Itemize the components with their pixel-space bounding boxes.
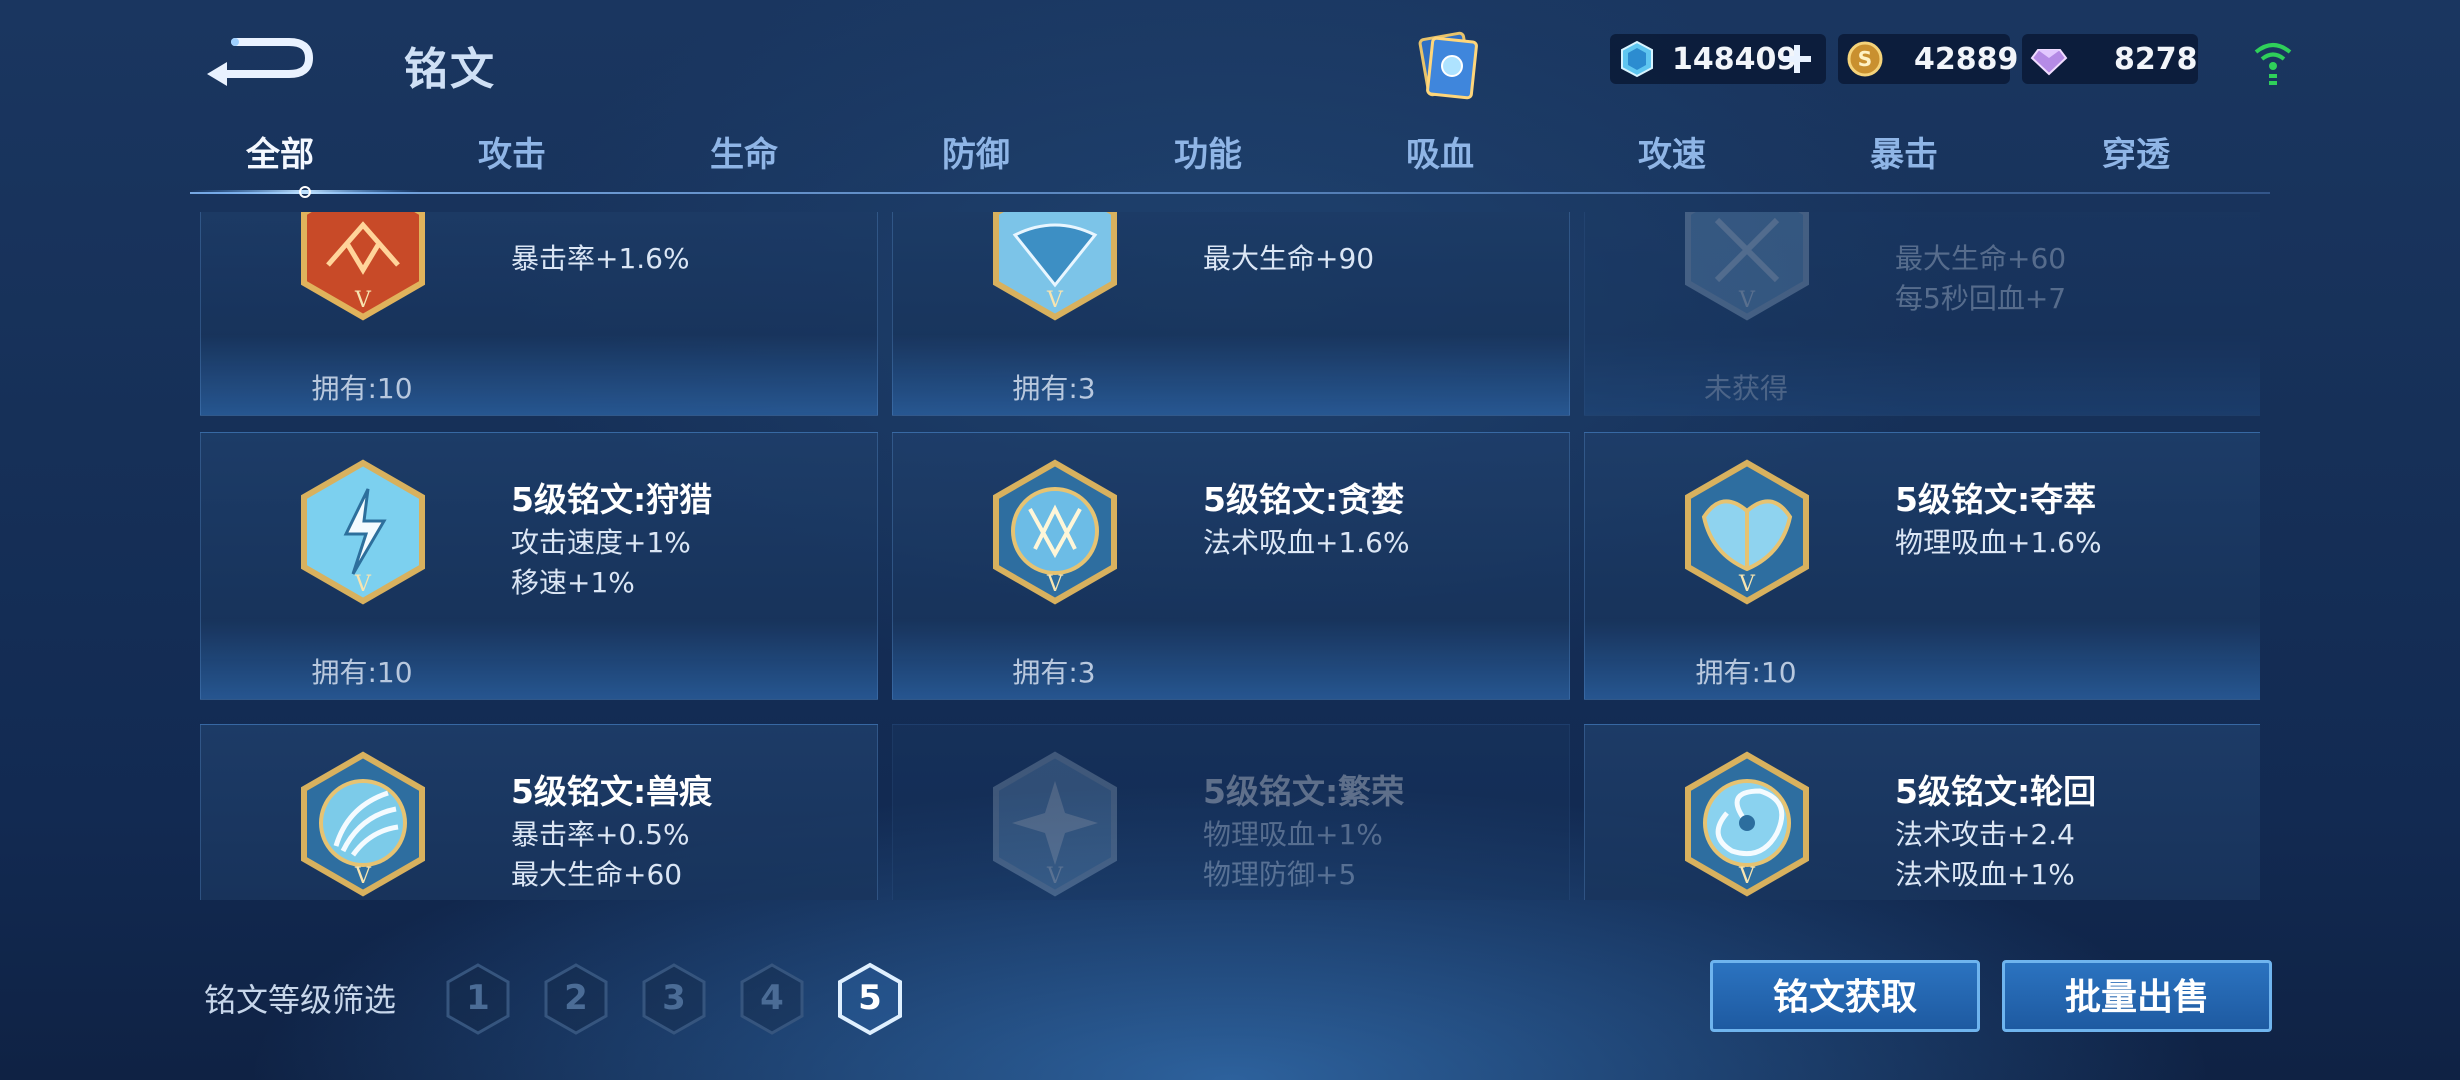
- tab-lifesteal[interactable]: 吸血: [1350, 130, 1530, 180]
- svg-text:V: V: [354, 572, 372, 597]
- rune-name: 5级铭文:繁荣: [1203, 772, 1405, 811]
- level-filter-1[interactable]: 1: [444, 962, 512, 1036]
- rune-owned-count: 拥有:10: [311, 656, 413, 689]
- plus-icon[interactable]: [1780, 42, 1814, 76]
- svg-text:V: V: [1046, 572, 1064, 597]
- rune-attr: 法术吸血+1.6%: [1203, 526, 1410, 559]
- rune-attr: 法术攻击+2.4: [1895, 818, 2075, 851]
- tab-all[interactable]: 全部: [190, 130, 370, 180]
- rune-hunt-icon: V: [301, 459, 425, 605]
- tab-attack[interactable]: 攻击: [422, 130, 602, 180]
- page-title: 铭文: [404, 44, 496, 95]
- rune-attr: 暴击率+0.5%: [511, 818, 690, 851]
- coupon-value: 148409: [1672, 42, 1798, 77]
- level-filter-5[interactable]: 5: [836, 962, 904, 1036]
- rune-owned-count: 拥有:3: [1012, 656, 1096, 689]
- tab-defense[interactable]: 防御: [886, 130, 1066, 180]
- svg-text:V: V: [1738, 288, 1756, 313]
- rune-card[interactable]: V 5级铭文:狩猎 攻击速度+1% 移速+1% 拥有:10: [200, 432, 878, 700]
- rune-card[interactable]: V 5级铭文:兽痕 暴击率+0.5% 最大生命+60: [200, 724, 878, 900]
- rune-name: 5级铭文:兽痕: [511, 772, 713, 811]
- tab-attack-speed[interactable]: 攻速: [1582, 130, 1762, 180]
- gem-balance: 8278: [2022, 34, 2198, 84]
- svg-text:V: V: [1738, 864, 1756, 889]
- rune-owned-count: 未获得: [1703, 372, 1788, 405]
- rune-card[interactable]: V 暴击率+1.6% 拥有:10: [200, 212, 878, 416]
- rune-attr: 暴击率+1.6%: [511, 242, 690, 275]
- rune-name: 5级铭文:轮回: [1895, 772, 2097, 811]
- rune-name: 5级铭文:狩猎: [511, 480, 713, 519]
- rune-owned-count: 拥有:3: [1012, 372, 1096, 405]
- bulk-sell-button[interactable]: 批量出售: [2002, 960, 2272, 1032]
- svg-text:V: V: [1046, 288, 1064, 313]
- svg-text:S: S: [1858, 47, 1872, 71]
- level-filter-4[interactable]: 4: [738, 962, 806, 1036]
- rune-owned-count: 拥有:10: [1695, 656, 1797, 689]
- rune-name: 5级铭文:贪婪: [1203, 480, 1405, 519]
- rune-attr: 物理吸血+1.6%: [1895, 526, 2102, 559]
- rune-health-icon: V: [993, 212, 1117, 321]
- rune-attr: 物理防御+5: [1203, 858, 1357, 891]
- gold-value: 42889: [1914, 42, 2019, 77]
- rune-cycle-icon: V: [1685, 751, 1809, 897]
- tab-utility[interactable]: 功能: [1118, 130, 1298, 180]
- get-rune-button[interactable]: 铭文获取: [1710, 960, 1980, 1032]
- rune-card-locked[interactable]: V 最大生命+60 每5秒回血+7 未获得: [1584, 212, 2260, 416]
- rune-regen-icon: V: [1685, 212, 1809, 321]
- rune-attr: 每5秒回血+7: [1895, 282, 2067, 315]
- rune-plunder-icon: V: [1685, 459, 1809, 605]
- rune-card[interactable]: V 5级铭文:轮回 法术攻击+2.4 法术吸血+1%: [1584, 724, 2260, 900]
- rune-attr: 最大生命+90: [1203, 242, 1375, 275]
- rune-grid: V 暴击率+1.6% 拥有:10 V 最大生命+90 拥有:3 V 最大生命+6…: [200, 212, 2260, 900]
- back-arrow-icon[interactable]: [205, 30, 315, 86]
- svg-text:V: V: [1738, 572, 1756, 597]
- rune-attr: 法术吸血+1%: [1895, 858, 2075, 891]
- level-filter-2[interactable]: 2: [542, 962, 610, 1036]
- rune-book-icon[interactable]: [1410, 28, 1486, 100]
- tab-divider: [190, 192, 2270, 194]
- gold-balance: S 42889: [1838, 34, 2018, 84]
- level-filter-3[interactable]: 3: [640, 962, 708, 1036]
- rune-card[interactable]: V 最大生命+90 拥有:3: [892, 212, 1570, 416]
- rune-attr: 移速+1%: [511, 566, 635, 599]
- rune-prosperity-icon: V: [993, 751, 1117, 897]
- rune-crit-icon: V: [301, 212, 425, 321]
- coupon-balance[interactable]: 148409: [1610, 34, 1826, 84]
- wifi-signal-icon: [2254, 43, 2292, 85]
- rune-beast-mark-icon: V: [301, 751, 425, 897]
- rune-attr: 最大生命+60: [511, 858, 683, 891]
- tab-bar: 全部 攻击 生命 防御 功能 吸血 攻速 暴击 穿透: [190, 130, 2270, 196]
- tab-health[interactable]: 生命: [654, 130, 834, 180]
- rune-attr: 物理吸血+1%: [1203, 818, 1383, 851]
- rune-attr: 攻击速度+1%: [511, 526, 691, 559]
- rune-name: 5级铭文:夺萃: [1895, 480, 2097, 519]
- gem-value: 8278: [2114, 42, 2198, 77]
- level-filter-label: 铭文等级筛选: [204, 981, 397, 1019]
- gem-icon: [2030, 49, 2068, 76]
- svg-text:V: V: [354, 864, 372, 889]
- rune-card-locked[interactable]: V 5级铭文:繁荣 物理吸血+1% 物理防御+5: [892, 724, 1570, 900]
- tab-crit[interactable]: 暴击: [1814, 130, 1994, 180]
- gold-coin-icon: S: [1847, 41, 1883, 77]
- tab-penetration[interactable]: 穿透: [2046, 130, 2226, 180]
- active-tab-indicator: [190, 186, 420, 198]
- rune-attr: 最大生命+60: [1895, 242, 2067, 275]
- svg-text:V: V: [1046, 864, 1064, 889]
- svg-text:V: V: [354, 288, 372, 313]
- rune-owned-count: 拥有:10: [311, 372, 413, 405]
- rune-card[interactable]: V 5级铭文:贪婪 法术吸血+1.6% 拥有:3: [892, 432, 1570, 700]
- coupon-crystal-icon: [1621, 40, 1653, 78]
- rune-card[interactable]: V 5级铭文:夺萃 物理吸血+1.6% 拥有:10: [1584, 432, 2260, 700]
- rune-greed-icon: V: [993, 459, 1117, 605]
